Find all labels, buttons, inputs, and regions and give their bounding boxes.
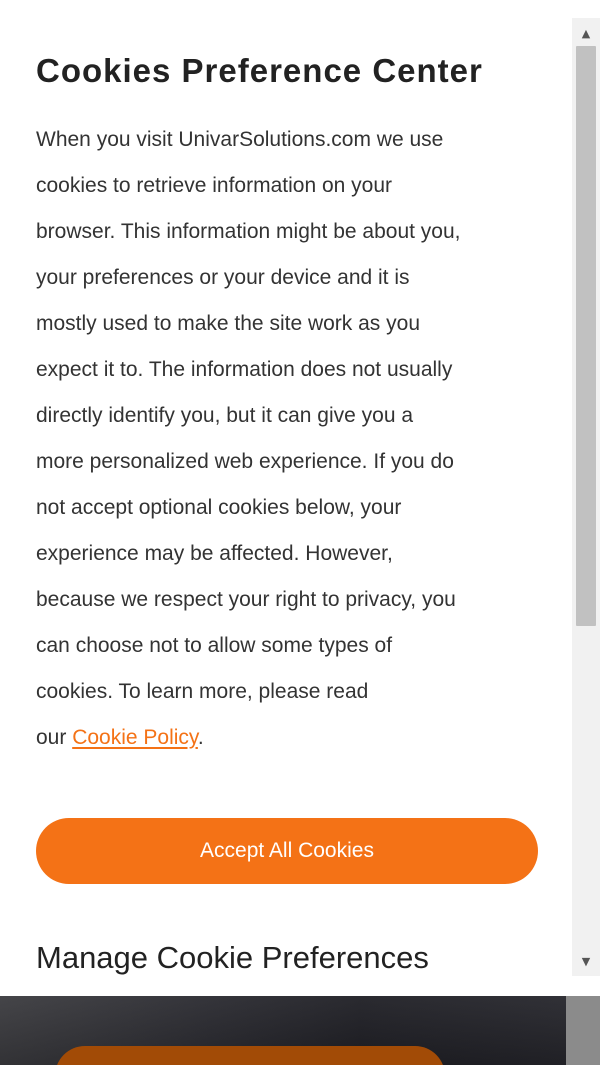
description-line: cookies. To learn more, please read	[36, 680, 369, 703]
description-line: not accept optional cookies below, your	[36, 496, 402, 519]
scrollbar-thumb[interactable]	[576, 46, 596, 626]
description-line: your preferences or your device and it i…	[36, 266, 410, 289]
cookie-policy-link[interactable]: Cookie Policy	[72, 726, 198, 749]
description-line: because we respect your right to privacy…	[36, 588, 456, 611]
description-line: cookies to retrieve information on your	[36, 174, 393, 197]
modal-description: When you visit UnivarSolutions.com we us…	[36, 117, 546, 761]
accept-all-cookies-button[interactable]: Accept All Cookies	[36, 818, 538, 884]
description-line: expect it to. The information does not u…	[36, 358, 453, 381]
description-line: mostly used to make the site work as you	[36, 312, 420, 335]
background-page-button	[55, 1046, 445, 1065]
modal-title: Cookies Preference Center	[36, 52, 483, 89]
viewport: Cookies Preference Center When you visit…	[0, 0, 600, 1065]
description-line: can choose not to allow some types of	[36, 634, 393, 657]
description-line: directly identify you, but it can give y…	[36, 404, 414, 427]
description-line: browser. This information might be about…	[36, 220, 461, 243]
description-line: When you visit UnivarSolutions.com we us…	[36, 128, 444, 151]
cookie-preference-modal: Cookies Preference Center When you visit…	[0, 0, 600, 996]
last-line-suffix: .	[197, 726, 204, 749]
scroll-down-arrow-icon[interactable]: ▼	[572, 948, 600, 974]
background-page	[0, 996, 600, 1065]
background-page-strip	[566, 996, 600, 1065]
description-last-line: our Cookie Policy.	[36, 715, 546, 761]
modal-scrollbar[interactable]: ▲ ▼	[572, 18, 600, 976]
last-line-prefix: our	[36, 726, 73, 749]
description-line: experience may be affected. However,	[36, 542, 393, 565]
description-line: more personalized web experience. If you…	[36, 450, 454, 473]
manage-cookie-preferences-heading: Manage Cookie Preferences	[36, 940, 429, 975]
modal-content: Cookies Preference Center When you visit…	[0, 0, 572, 996]
scroll-up-arrow-icon[interactable]: ▲	[572, 20, 600, 46]
